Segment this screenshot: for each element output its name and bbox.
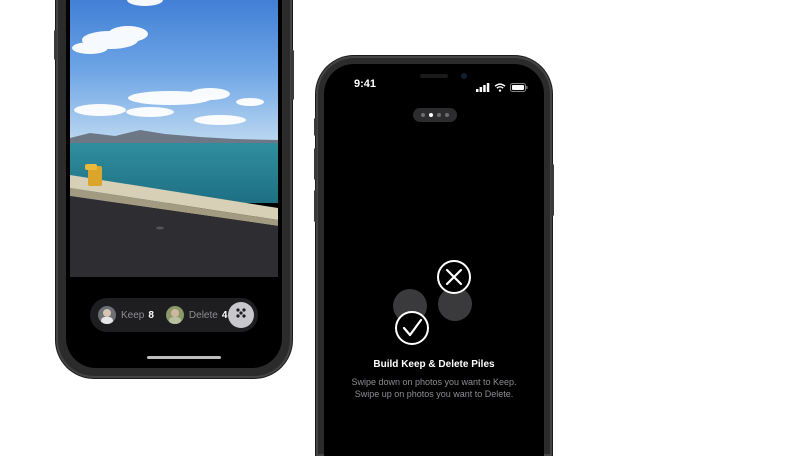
current-photo[interactable] — [70, 0, 278, 277]
page-indicator[interactable] — [413, 108, 457, 122]
dice-button[interactable] — [228, 302, 254, 328]
status-icons — [476, 79, 528, 97]
onboarding-body-line-2: Swipe up on photos you want to Delete. — [354, 389, 514, 399]
keep-delete-illustration — [392, 254, 482, 354]
volume-up-button — [314, 148, 317, 180]
front-camera — [461, 73, 467, 79]
volume-button — [54, 30, 57, 60]
side-button — [291, 50, 294, 100]
mute-switch — [314, 118, 317, 136]
phone-right: 9:41 Build Keep & Delete Piles Swipe dow… — [314, 56, 554, 456]
x-icon — [437, 260, 471, 294]
page-dot[interactable] — [437, 113, 441, 117]
wifi-icon — [494, 79, 506, 97]
onboarding-body-line-1: Swipe down on photos you want to Keep. — [351, 377, 517, 387]
side-button — [551, 164, 554, 216]
phone-left: Keep 8 Delete 4 — [54, 0, 294, 378]
delete-pile[interactable]: Delete 4 — [165, 306, 228, 324]
keep-pile-label: Keep — [121, 309, 145, 321]
page-dot[interactable] — [445, 113, 449, 117]
volume-down-button — [314, 190, 317, 222]
home-indicator — [147, 356, 221, 359]
checkmark-icon — [395, 311, 429, 345]
keep-pile-thumbnail — [98, 306, 116, 324]
page-dot[interactable] — [421, 113, 425, 117]
onboarding-title: Build Keep & Delete Piles — [373, 359, 495, 370]
page-dot-active[interactable] — [429, 113, 433, 117]
delete-pile-label: Delete — [188, 309, 218, 321]
right-screen: 9:41 Build Keep & Delete Piles Swipe dow… — [324, 64, 544, 456]
pile-bar: Keep 8 Delete 4 — [90, 298, 258, 332]
dice-icon — [234, 306, 248, 325]
delete-pile-count: 4 — [221, 309, 228, 321]
left-screen: Keep 8 Delete 4 — [66, 0, 282, 368]
delete-pile-thumbnail — [165, 306, 184, 324]
signal-icon — [476, 79, 490, 97]
status-time: 9:41 — [354, 78, 377, 90]
speaker-grille — [420, 74, 448, 78]
keep-pile[interactable]: Keep 8 — [98, 306, 154, 324]
onboarding-body: Swipe down on photos you want to Keep. S… — [324, 376, 544, 400]
keep-pile-count: 8 — [148, 309, 154, 321]
battery-icon — [510, 79, 528, 97]
